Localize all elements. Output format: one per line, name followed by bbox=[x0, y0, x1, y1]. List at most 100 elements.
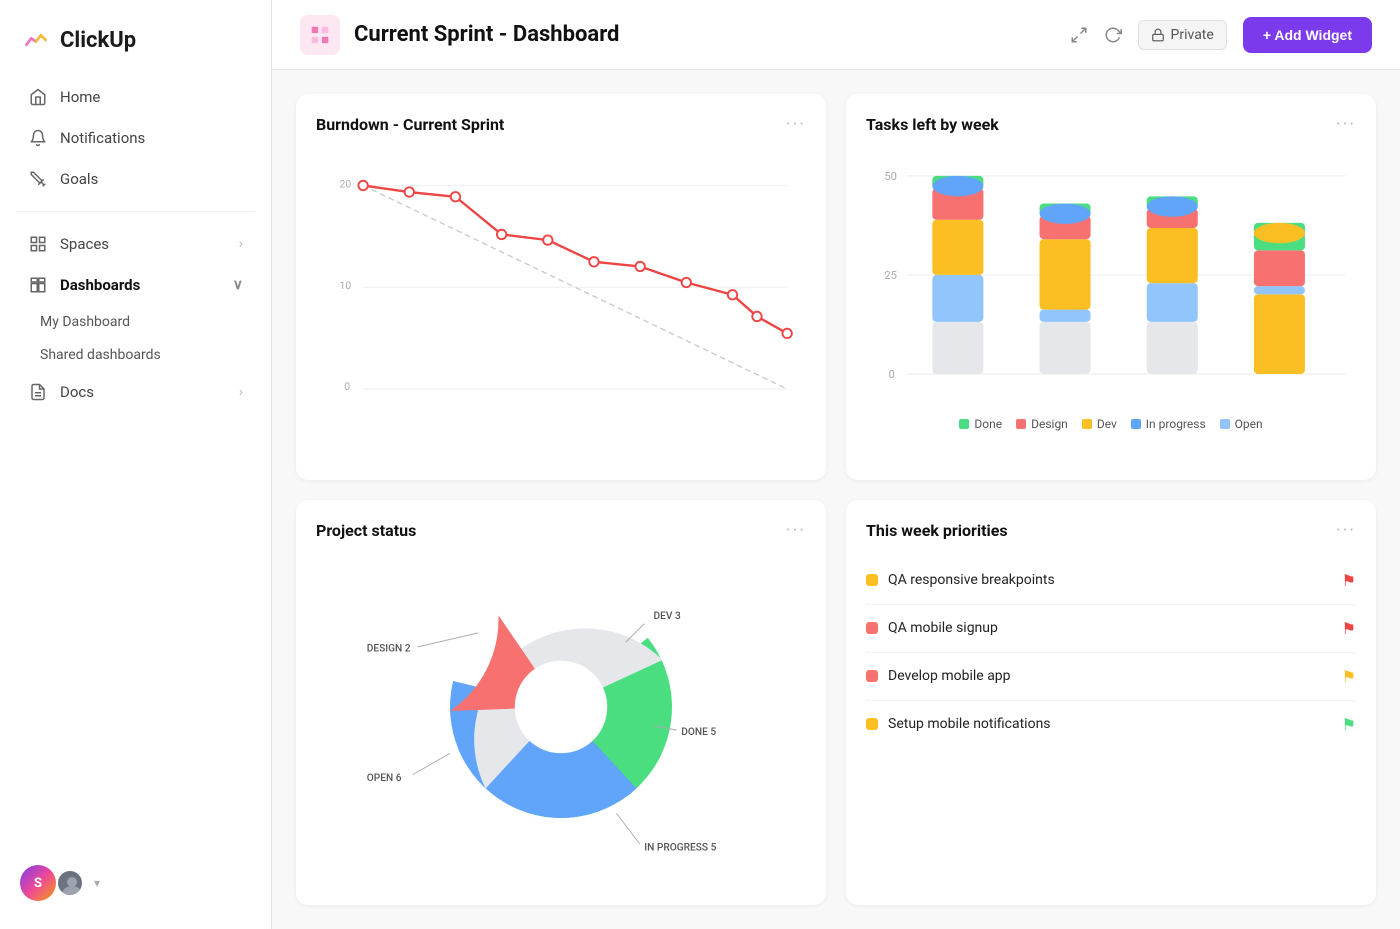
sidebar-item-my-dashboard[interactable]: My Dashboard bbox=[8, 306, 263, 338]
private-label: Private bbox=[1171, 27, 1214, 43]
svg-text:25: 25 bbox=[884, 269, 897, 282]
project-status-menu-button[interactable]: ··· bbox=[786, 520, 806, 541]
priority-dot-2 bbox=[866, 670, 878, 682]
svg-text:DEV 3: DEV 3 bbox=[654, 611, 681, 622]
home-icon bbox=[28, 87, 48, 107]
legend-dev-dot bbox=[1082, 419, 1092, 429]
priority-flag-2: ⚑ bbox=[1342, 667, 1356, 686]
priority-left-1: QA mobile signup bbox=[866, 620, 998, 636]
legend-open-dot bbox=[1220, 419, 1230, 429]
svg-text:DESIGN 2: DESIGN 2 bbox=[367, 643, 411, 654]
priorities-menu-button[interactable]: ··· bbox=[1336, 520, 1356, 541]
priority-flag-0: ⚑ bbox=[1342, 571, 1356, 590]
legend-inprogress-dot bbox=[1131, 419, 1141, 429]
spaces-label: Spaces bbox=[60, 235, 109, 253]
docs-label: Docs bbox=[60, 383, 94, 401]
sidebar-item-docs[interactable]: Docs › bbox=[8, 372, 263, 412]
dashboard-grid: Burndown - Current Sprint ··· 20 10 0 bbox=[272, 70, 1400, 929]
priorities-widget: This week priorities ··· QA responsive b… bbox=[846, 500, 1376, 906]
svg-text:10: 10 bbox=[340, 279, 352, 292]
legend-done-dot bbox=[959, 419, 969, 429]
priority-left-2: Develop mobile app bbox=[866, 668, 1011, 684]
burndown-menu-button[interactable]: ··· bbox=[786, 114, 806, 135]
priorities-list: QA responsive breakpoints ⚑ QA mobile si… bbox=[866, 557, 1356, 748]
sidebar-divider-1 bbox=[16, 211, 255, 212]
chevron-down-user-icon: ▾ bbox=[94, 876, 100, 890]
docs-chevron-icon: › bbox=[239, 384, 243, 400]
bell-icon bbox=[28, 128, 48, 148]
docs-icon bbox=[28, 382, 48, 402]
spaces-icon bbox=[28, 234, 48, 254]
legend-open: Open bbox=[1220, 417, 1263, 431]
clickup-logo-icon bbox=[20, 24, 52, 56]
tasks-widget-header: Tasks left by week ··· bbox=[866, 114, 1356, 135]
priority-flag-3: ⚑ bbox=[1342, 715, 1356, 734]
sidebar: ClickUp Home Notifications Goals bbox=[0, 0, 272, 929]
sidebar-item-dashboards[interactable]: Dashboards ∨ bbox=[8, 265, 263, 305]
sidebar-item-notifications-label: Notifications bbox=[60, 129, 145, 147]
legend-in-progress: In progress bbox=[1131, 417, 1206, 431]
my-dashboard-label: My Dashboard bbox=[40, 314, 130, 330]
sidebar-item-home-label: Home bbox=[60, 88, 100, 106]
svg-text:50: 50 bbox=[884, 170, 897, 183]
priority-left-3: Setup mobile notifications bbox=[866, 716, 1051, 732]
header-left: Current Sprint - Dashboard bbox=[300, 15, 619, 55]
svg-text:IN PROGRESS 5: IN PROGRESS 5 bbox=[644, 842, 716, 853]
legend-inprogress-label: In progress bbox=[1146, 417, 1206, 431]
priority-text-0: QA responsive breakpoints bbox=[888, 572, 1055, 588]
chevron-right-icon: › bbox=[239, 236, 243, 252]
nav: Home Notifications Goals Spaces › bbox=[0, 76, 271, 853]
priority-flag-1: ⚑ bbox=[1342, 619, 1356, 638]
private-badge[interactable]: Private bbox=[1138, 20, 1227, 50]
trophy-icon bbox=[28, 169, 48, 189]
sidebar-item-home[interactable]: Home bbox=[8, 77, 263, 117]
chevron-down-icon: ∨ bbox=[233, 277, 243, 293]
add-widget-button[interactable]: + Add Widget bbox=[1243, 17, 1372, 53]
legend-design: Design bbox=[1016, 417, 1068, 431]
sidebar-item-spaces[interactable]: Spaces › bbox=[8, 224, 263, 264]
sidebar-item-shared-dashboards[interactable]: Shared dashboards bbox=[8, 339, 263, 371]
priorities-title: This week priorities bbox=[866, 521, 1008, 540]
priority-item-3: Setup mobile notifications ⚑ bbox=[866, 701, 1356, 748]
pie-chart-svg: DEV 3 DONE 5 IN PROGRESS 5 OPEN 6 DESIGN… bbox=[341, 522, 781, 892]
svg-text:20: 20 bbox=[340, 177, 352, 190]
dashboards-icon bbox=[28, 275, 48, 295]
priority-dot-0 bbox=[866, 574, 878, 586]
burndown-svg: 20 10 0 bbox=[316, 151, 806, 431]
sidebar-item-goals[interactable]: Goals bbox=[8, 159, 263, 199]
avatar: S bbox=[20, 865, 56, 901]
tasks-title: Tasks left by week bbox=[866, 115, 999, 134]
svg-text:DONE 5: DONE 5 bbox=[681, 726, 716, 737]
burndown-chart: 20 10 0 bbox=[316, 151, 806, 431]
sidebar-item-goals-label: Goals bbox=[60, 170, 98, 188]
bar-chart-legend: Done Design Dev In progress bbox=[866, 417, 1356, 431]
refresh-button[interactable] bbox=[1104, 26, 1122, 44]
user-footer[interactable]: S ▾ bbox=[0, 853, 271, 913]
svg-text:OPEN 6: OPEN 6 bbox=[367, 773, 402, 784]
legend-done-label: Done bbox=[974, 417, 1002, 431]
priority-item-1: QA mobile signup ⚑ bbox=[866, 605, 1356, 653]
tasks-menu-button[interactable]: ··· bbox=[1336, 114, 1356, 135]
expand-button[interactable] bbox=[1070, 26, 1088, 44]
dashboards-label: Dashboards bbox=[60, 276, 140, 294]
dashboard-icon bbox=[300, 15, 340, 55]
pie-chart-container: DEV 3 DONE 5 IN PROGRESS 5 OPEN 6 DESIGN… bbox=[316, 557, 806, 857]
priority-text-1: QA mobile signup bbox=[888, 620, 998, 636]
page-title: Current Sprint - Dashboard bbox=[354, 22, 619, 47]
priority-text-2: Develop mobile app bbox=[888, 668, 1011, 684]
burndown-title: Burndown - Current Sprint bbox=[316, 115, 504, 134]
sidebar-item-notifications[interactable]: Notifications bbox=[8, 118, 263, 158]
bar-chart: 50 25 0 bbox=[866, 151, 1356, 431]
legend-done: Done bbox=[959, 417, 1002, 431]
header-right: Private + Add Widget bbox=[1070, 17, 1372, 53]
main-content: Current Sprint - Dashboard Private + Add… bbox=[272, 0, 1400, 929]
legend-design-label: Design bbox=[1031, 417, 1068, 431]
logo[interactable]: ClickUp bbox=[0, 16, 271, 76]
priority-dot-3 bbox=[866, 718, 878, 730]
svg-text:0: 0 bbox=[344, 380, 350, 393]
burndown-widget: Burndown - Current Sprint ··· 20 10 0 bbox=[296, 94, 826, 480]
logo-text: ClickUp bbox=[60, 28, 136, 53]
avatar-photo bbox=[56, 869, 84, 897]
priority-item-2: Develop mobile app ⚑ bbox=[866, 653, 1356, 701]
priority-text-3: Setup mobile notifications bbox=[888, 716, 1051, 732]
